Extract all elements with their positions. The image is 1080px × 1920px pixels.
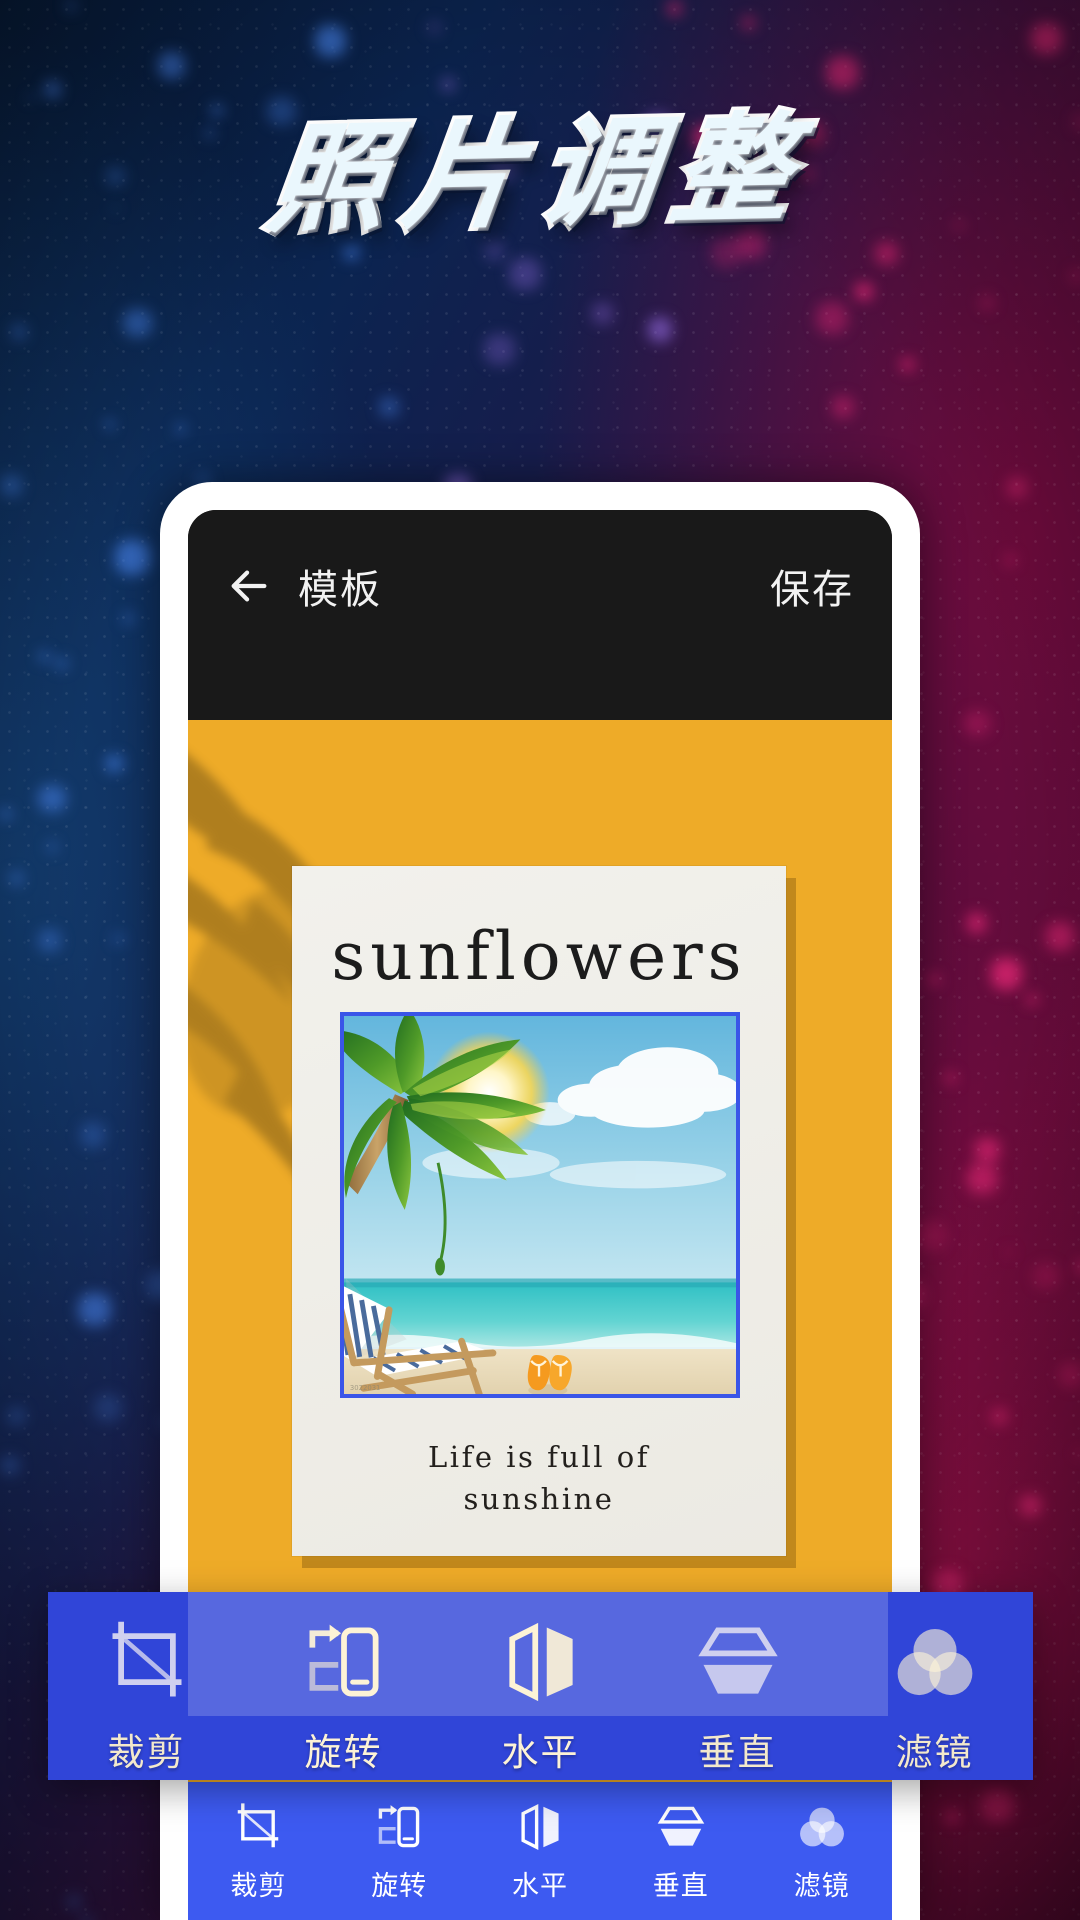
toolbar-item-crop[interactable]: 裁剪 (188, 1800, 329, 1903)
poster-photo-selected[interactable]: 3022031 (340, 1012, 740, 1398)
filter-icon (799, 1807, 844, 1846)
toolbar-item-flip-horizontal[interactable]: 水平 (470, 1800, 611, 1903)
promo-title-container: 照片调整 (0, 78, 1080, 252)
overlay-toolbar-item-flip-vertical[interactable]: 垂直 (639, 1596, 836, 1776)
overlay-toolbar-item-filter[interactable]: 滤镜 (836, 1596, 1033, 1776)
flip-vertical-icon (657, 1806, 705, 1846)
toolbar-item-label: 垂直 (652, 1870, 709, 1901)
toolbar-item-label: 水平 (511, 1870, 568, 1901)
poster-caption-line-1: Life is full of (428, 1440, 650, 1474)
flip-horizontal-icon (521, 1803, 559, 1850)
flip-vertical-icon (697, 1627, 778, 1694)
overlay-toolbar-item-label: 裁剪 (107, 1732, 186, 1773)
toolbar-item-label: 旋转 (371, 1870, 428, 1901)
arrow-left-icon[interactable] (226, 563, 272, 609)
filter-icon (897, 1628, 972, 1696)
poster-template[interactable]: sunflowers 3022031 Life is full of sunsh… (292, 866, 786, 1556)
toolbar-item-flip-vertical[interactable]: 垂直 (610, 1800, 751, 1903)
overlay-toolbar-item-label: 垂直 (698, 1732, 777, 1773)
rotate-icon (378, 1804, 420, 1847)
rotate-icon (309, 1624, 378, 1697)
app-header-row: 模板 保存 (188, 546, 892, 626)
svg-text:3022031: 3022031 (350, 1384, 381, 1392)
toolbar-item-filter[interactable]: 滤镜 (751, 1800, 892, 1903)
promo-title: 照片调整 (258, 95, 819, 252)
overlay-toolbar-callout: 裁剪 旋转 水平 垂直 滤镜 (48, 1592, 1033, 1780)
toolbar-item-rotate[interactable]: 旋转 (329, 1800, 470, 1903)
app-header: 模板 保存 (188, 510, 892, 720)
beach-scene-photo: 3022031 (344, 1016, 736, 1394)
overlay-toolbar-item-rotate[interactable]: 旋转 (245, 1596, 442, 1776)
overlay-toolbar-item-crop[interactable]: 裁剪 (48, 1596, 245, 1776)
overlay-toolbar-item-flip-horizontal[interactable]: 水平 (442, 1596, 639, 1776)
overlay-toolbar-item-label: 旋转 (304, 1732, 383, 1773)
poster-title: sunflowers (331, 918, 747, 995)
toolbar-item-label: 裁剪 (230, 1870, 287, 1901)
toolbar-item-label: 滤镜 (793, 1870, 850, 1901)
overlay-toolbar-item-label: 滤镜 (895, 1732, 974, 1773)
page-title: 模板 (298, 568, 382, 612)
save-button[interactable]: 保存 (770, 557, 854, 615)
crop-icon (112, 1621, 181, 1697)
poster-caption: Life is full of sunshine (292, 1436, 786, 1520)
crop-icon (238, 1802, 279, 1847)
flip-horizontal-icon (508, 1622, 573, 1702)
overlay-toolbar-item-label: 水平 (501, 1732, 580, 1773)
editor-toolbar: 裁剪 旋转 水平 垂直 滤镜 (188, 1782, 892, 1920)
poster-caption-line-2: sunshine (463, 1482, 615, 1517)
